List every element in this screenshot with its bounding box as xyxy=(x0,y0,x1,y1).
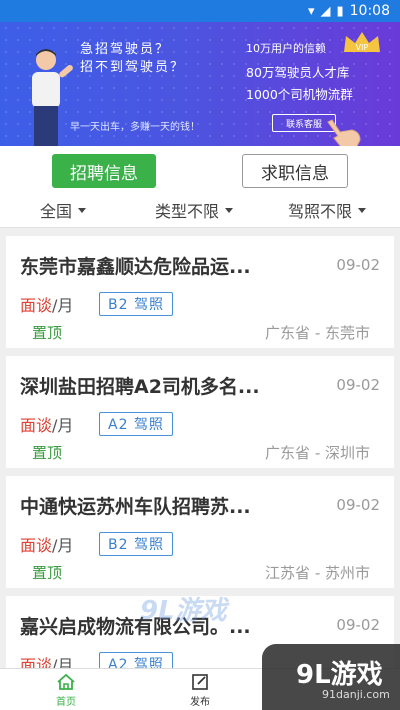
filter-type-label: 类型不限 xyxy=(155,202,220,221)
job-location: 江苏省 - 苏州市 xyxy=(265,564,370,582)
pinned-label: 置顶 xyxy=(32,564,63,582)
vip-crown-icon: VIP xyxy=(344,32,380,52)
chevron-down-icon xyxy=(78,207,87,213)
job-card[interactable]: 东莞市嘉鑫顺达危险品运... 09-02 面谈/月 B2 驾照 置顶 广东省 -… xyxy=(6,236,394,348)
battery-icon: ▮ xyxy=(336,3,344,19)
tab-job-seeking[interactable]: 求职信息 xyxy=(242,154,348,188)
job-date: 09-02 xyxy=(336,256,380,274)
pinned-label: 置顶 xyxy=(32,324,63,342)
license-badge: B2 驾照 xyxy=(99,532,173,556)
job-salary: 面谈/月 xyxy=(20,416,74,435)
watermark-corner-url: 91danji.com xyxy=(322,688,390,701)
job-date: 09-02 xyxy=(336,616,380,634)
nav-post-label: 发布 xyxy=(190,697,210,708)
job-title: 深圳盐田招聘A2司机多名... xyxy=(20,376,260,398)
job-salary: 面谈/月 xyxy=(20,296,74,315)
banner-line-2: 80万驾驶员人才库 xyxy=(246,65,350,80)
status-time: 10:08 xyxy=(349,3,390,19)
status-bar: ▾ ◢ ▮ 10:08 xyxy=(0,0,400,22)
home-icon xyxy=(57,673,75,690)
filter-license[interactable]: 驾照不限 xyxy=(288,198,367,222)
chevron-down-icon xyxy=(225,207,234,213)
chevron-down-icon xyxy=(358,207,367,213)
job-salary: 面谈/月 xyxy=(20,536,74,555)
vip-label: VIP xyxy=(356,43,369,52)
license-badge: A2 驾照 xyxy=(99,412,173,436)
banner-line-1: 10万用户的信赖 xyxy=(246,42,326,55)
watermark-corner: 9L游戏 91danji.com xyxy=(262,644,400,710)
job-date: 09-02 xyxy=(336,496,380,514)
signal-icon: ◢ xyxy=(320,3,331,19)
license-badge: B2 驾照 xyxy=(99,292,173,316)
nav-home-label: 首页 xyxy=(56,697,76,708)
banner-slogan: 早一天出车，多赚一天的钱！ xyxy=(70,122,200,133)
filter-region-label: 全国 xyxy=(40,202,73,221)
promo-banner[interactable]: 急招驾驶员？ 招不到驾驶员？ 早一天出车，多赚一天的钱！ 10万用户的信赖 80… xyxy=(0,22,400,146)
watermark-logo: 9L游戏 xyxy=(140,596,227,626)
pointing-hand-icon xyxy=(327,119,361,146)
watermark-corner-logo: 9L游戏 xyxy=(296,660,383,690)
job-card[interactable]: 中通快运苏州车队招聘苏... 09-02 面谈/月 B2 驾照 置顶 江苏省 -… xyxy=(6,476,394,588)
tab-recruitment[interactable]: 招聘信息 xyxy=(52,154,156,188)
pinned-label: 置顶 xyxy=(32,444,63,462)
wifi-icon: ▾ xyxy=(307,3,315,19)
job-title: 中通快运苏州车队招聘苏... xyxy=(20,496,251,518)
nav-home[interactable]: 首页 xyxy=(36,673,96,708)
tab-bar: 招聘信息 求职信息 xyxy=(0,146,400,190)
job-title: 东莞市嘉鑫顺达危险品运... xyxy=(20,256,251,278)
driver-figure-icon xyxy=(32,49,73,146)
banner-question-2: 招不到驾驶员？ xyxy=(80,60,186,75)
job-card[interactable]: 深圳盐田招聘A2司机多名... 09-02 面谈/月 A2 驾照 置顶 广东省 … xyxy=(6,356,394,468)
filter-region[interactable]: 全国 xyxy=(40,198,87,222)
filter-bar: 全国 类型不限 驾照不限 xyxy=(0,190,400,228)
edit-icon xyxy=(192,674,208,690)
filter-type[interactable]: 类型不限 xyxy=(155,198,234,222)
banner-line-3: 1000个司机物流群 xyxy=(246,87,353,102)
nav-post[interactable]: 发布 xyxy=(170,673,230,708)
job-location: 广东省 - 深圳市 xyxy=(265,444,370,462)
filter-license-label: 驾照不限 xyxy=(288,202,353,221)
banner-question-1: 急招驾驶员？ xyxy=(80,42,171,57)
job-location: 广东省 - 东莞市 xyxy=(265,324,370,342)
job-date: 09-02 xyxy=(336,376,380,394)
